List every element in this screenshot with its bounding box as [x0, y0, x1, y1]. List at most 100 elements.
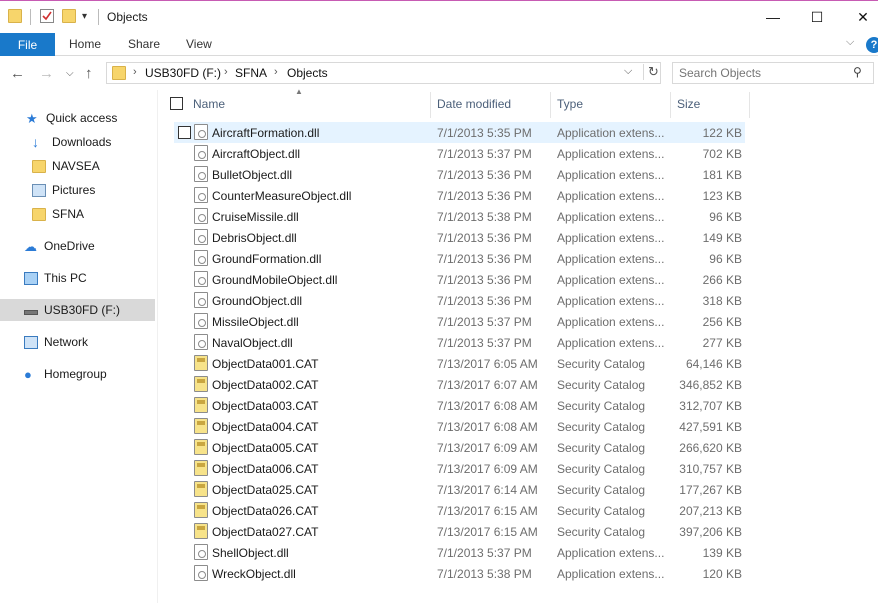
column-divider[interactable]: [550, 92, 551, 118]
up-arrow-icon[interactable]: ↑: [85, 65, 93, 82]
file-row[interactable]: DebrisObject.dll 7/1/2013 5:36 PM Applicat…: [174, 227, 745, 248]
forward-arrow-icon[interactable]: →: [39, 65, 54, 82]
file-row[interactable]: CruiseMissile.dll 7/1/2013 5:38 PM Applica…: [174, 206, 745, 227]
column-divider[interactable]: [749, 92, 750, 118]
properties-icon[interactable]: [40, 9, 54, 23]
sidebar-item-quick-access[interactable]: ★ Quick access: [0, 107, 155, 129]
select-all-checkbox[interactable]: [170, 97, 183, 110]
sort-ascending-icon: ▲: [295, 87, 303, 96]
breadcrumb-sfna[interactable]: SFNA: [235, 66, 267, 80]
file-size: 149 KB: [702, 231, 742, 245]
file-size: 312,707 KB: [679, 399, 742, 413]
file-row[interactable]: GroundMobileObject.dll 7/1/2013 5:36 PM Ap…: [174, 269, 745, 290]
sidebar-item-downloads[interactable]: ↓ Downloads: [0, 131, 155, 153]
close-button[interactable]: ✕: [840, 1, 878, 33]
file-row[interactable]: ObjectData025.CAT 7/13/2017 6:14 AM Securi…: [174, 479, 745, 500]
file-type: Security Catalog: [557, 378, 646, 392]
cloud-icon: ☁: [24, 238, 37, 254]
file-row[interactable]: ShellObject.dll 7/1/2013 5:37 PM Applicati…: [174, 542, 745, 563]
column-size[interactable]: Size: [677, 97, 700, 111]
file-date-modified: 7/13/2017 6:09 AM: [437, 441, 538, 455]
customize-quick-access-icon[interactable]: ▾: [82, 11, 96, 25]
dll-file-icon: [194, 166, 208, 182]
file-row[interactable]: AircraftObject.dll 7/1/2013 5:37 PM Applic…: [174, 143, 745, 164]
file-date-modified: 7/1/2013 5:38 PM: [437, 210, 532, 224]
tab-share[interactable]: Share: [128, 37, 160, 51]
search-input[interactable]: [679, 65, 849, 81]
expand-ribbon-icon[interactable]: ⌵: [846, 36, 854, 49]
sidebar-item-pictures[interactable]: Pictures: [0, 179, 155, 201]
file-type: Application extens...: [557, 567, 665, 581]
sidebar-item-onedrive[interactable]: ☁ OneDrive: [0, 235, 155, 257]
column-name[interactable]: Name: [193, 97, 225, 111]
file-row[interactable]: GroundFormation.dll 7/1/2013 5:36 PM Appli…: [174, 248, 745, 269]
file-row[interactable]: NavalObject.dll 7/1/2013 5:37 PM Applicati…: [174, 332, 745, 353]
file-name: MissileObject.dll: [212, 315, 299, 329]
pictures-icon: [32, 183, 46, 197]
file-row[interactable]: ObjectData004.CAT 7/13/2017 6:08 AM Securi…: [174, 416, 745, 437]
file-date-modified: 7/13/2017 6:15 AM: [437, 525, 538, 539]
maximize-button[interactable]: ☐: [794, 1, 840, 33]
breadcrumb-objects[interactable]: Objects: [287, 66, 328, 80]
file-row[interactable]: ObjectData006.CAT 7/13/2017 6:09 AM Securi…: [174, 458, 745, 479]
sidebar-item-sfna[interactable]: SFNA: [0, 203, 155, 225]
file-row[interactable]: ObjectData003.CAT 7/13/2017 6:08 AM Securi…: [174, 395, 745, 416]
chevron-right-icon[interactable]: ›: [133, 66, 137, 78]
chevron-right-icon[interactable]: ›: [274, 66, 278, 78]
help-icon[interactable]: ?: [866, 37, 878, 53]
breadcrumb-drive[interactable]: USB30FD (F:): [145, 66, 221, 80]
file-size: 427,591 KB: [679, 420, 742, 434]
catalog-file-icon: [194, 376, 208, 392]
file-row[interactable]: ObjectData001.CAT 7/13/2017 6:05 AM Securi…: [174, 353, 745, 374]
dll-file-icon: [194, 187, 208, 203]
sidebar-item-usb-drive[interactable]: USB30FD (F:): [0, 299, 155, 321]
navigation-bar: ← → ⌵ ↑ › USB30FD (F:) › SFNA › Objects …: [0, 56, 878, 90]
file-size: 318 KB: [702, 294, 742, 308]
recent-locations-icon[interactable]: ⌵: [66, 68, 74, 79]
file-size: 123 KB: [702, 189, 742, 203]
file-name: DebrisObject.dll: [212, 231, 297, 245]
sidebar-item-this-pc[interactable]: This PC: [0, 267, 155, 289]
address-bar[interactable]: › USB30FD (F:) › SFNA › Objects ⌵ ↻: [106, 62, 661, 84]
refresh-icon[interactable]: ↻: [643, 64, 659, 80]
column-divider[interactable]: [670, 92, 671, 118]
minimize-button[interactable]: —: [750, 1, 796, 33]
search-box[interactable]: ⚲: [672, 62, 874, 84]
back-arrow-icon[interactable]: ←: [10, 65, 25, 82]
file-row[interactable]: GroundObject.dll 7/1/2013 5:36 PM Applicat…: [174, 290, 745, 311]
sidebar-item-label: SFNA: [52, 207, 85, 221]
tab-view[interactable]: View: [186, 37, 212, 51]
file-type: Application extens...: [557, 546, 665, 560]
address-dropdown-icon[interactable]: ⌵: [624, 65, 632, 78]
file-size: 346,852 KB: [679, 378, 742, 392]
folder-icon: [8, 9, 22, 23]
tab-file[interactable]: File: [0, 33, 55, 56]
file-name: ObjectData001.CAT: [212, 357, 319, 371]
sidebar-item-label: This PC: [44, 271, 87, 285]
file-row[interactable]: BulletObject.dll 7/1/2013 5:36 PM Applicat…: [174, 164, 745, 185]
column-date-modified[interactable]: Date modified: [437, 97, 511, 111]
dll-file-icon: [194, 334, 208, 350]
chevron-right-icon[interactable]: ›: [224, 66, 228, 78]
sidebar-item-label: Pictures: [52, 183, 96, 197]
file-row[interactable]: WreckObject.dll 7/1/2013 5:38 PM Applicati…: [174, 563, 745, 584]
column-type[interactable]: Type: [557, 97, 583, 111]
file-size: 702 KB: [702, 147, 742, 161]
column-divider[interactable]: [430, 92, 431, 118]
file-row[interactable]: ObjectData026.CAT 7/13/2017 6:15 AM Securi…: [174, 500, 745, 521]
search-icon[interactable]: ⚲: [853, 65, 862, 79]
file-row[interactable]: ObjectData005.CAT 7/13/2017 6:09 AM Securi…: [174, 437, 745, 458]
file-type: Application extens...: [557, 336, 665, 350]
file-row[interactable]: AircraftFormation.dll 7/1/2013 5:35 PM App…: [174, 122, 745, 143]
row-checkbox[interactable]: [178, 126, 191, 139]
file-row[interactable]: MissileObject.dll 7/1/2013 5:37 PM Applica…: [174, 311, 745, 332]
tab-home[interactable]: Home: [69, 37, 101, 51]
new-folder-icon[interactable]: [62, 9, 76, 23]
file-row[interactable]: ObjectData002.CAT 7/13/2017 6:07 AM Securi…: [174, 374, 745, 395]
file-name: CounterMeasureObject.dll: [212, 189, 352, 203]
sidebar-item-network[interactable]: Network: [0, 331, 155, 353]
file-row[interactable]: ObjectData027.CAT 7/13/2017 6:15 AM Securi…: [174, 521, 745, 542]
file-row[interactable]: CounterMeasureObject.dll 7/1/2013 5:36 PM…: [174, 185, 745, 206]
sidebar-item-navsea[interactable]: NAVSEA: [0, 155, 155, 177]
sidebar-item-homegroup[interactable]: ● Homegroup: [0, 363, 155, 385]
